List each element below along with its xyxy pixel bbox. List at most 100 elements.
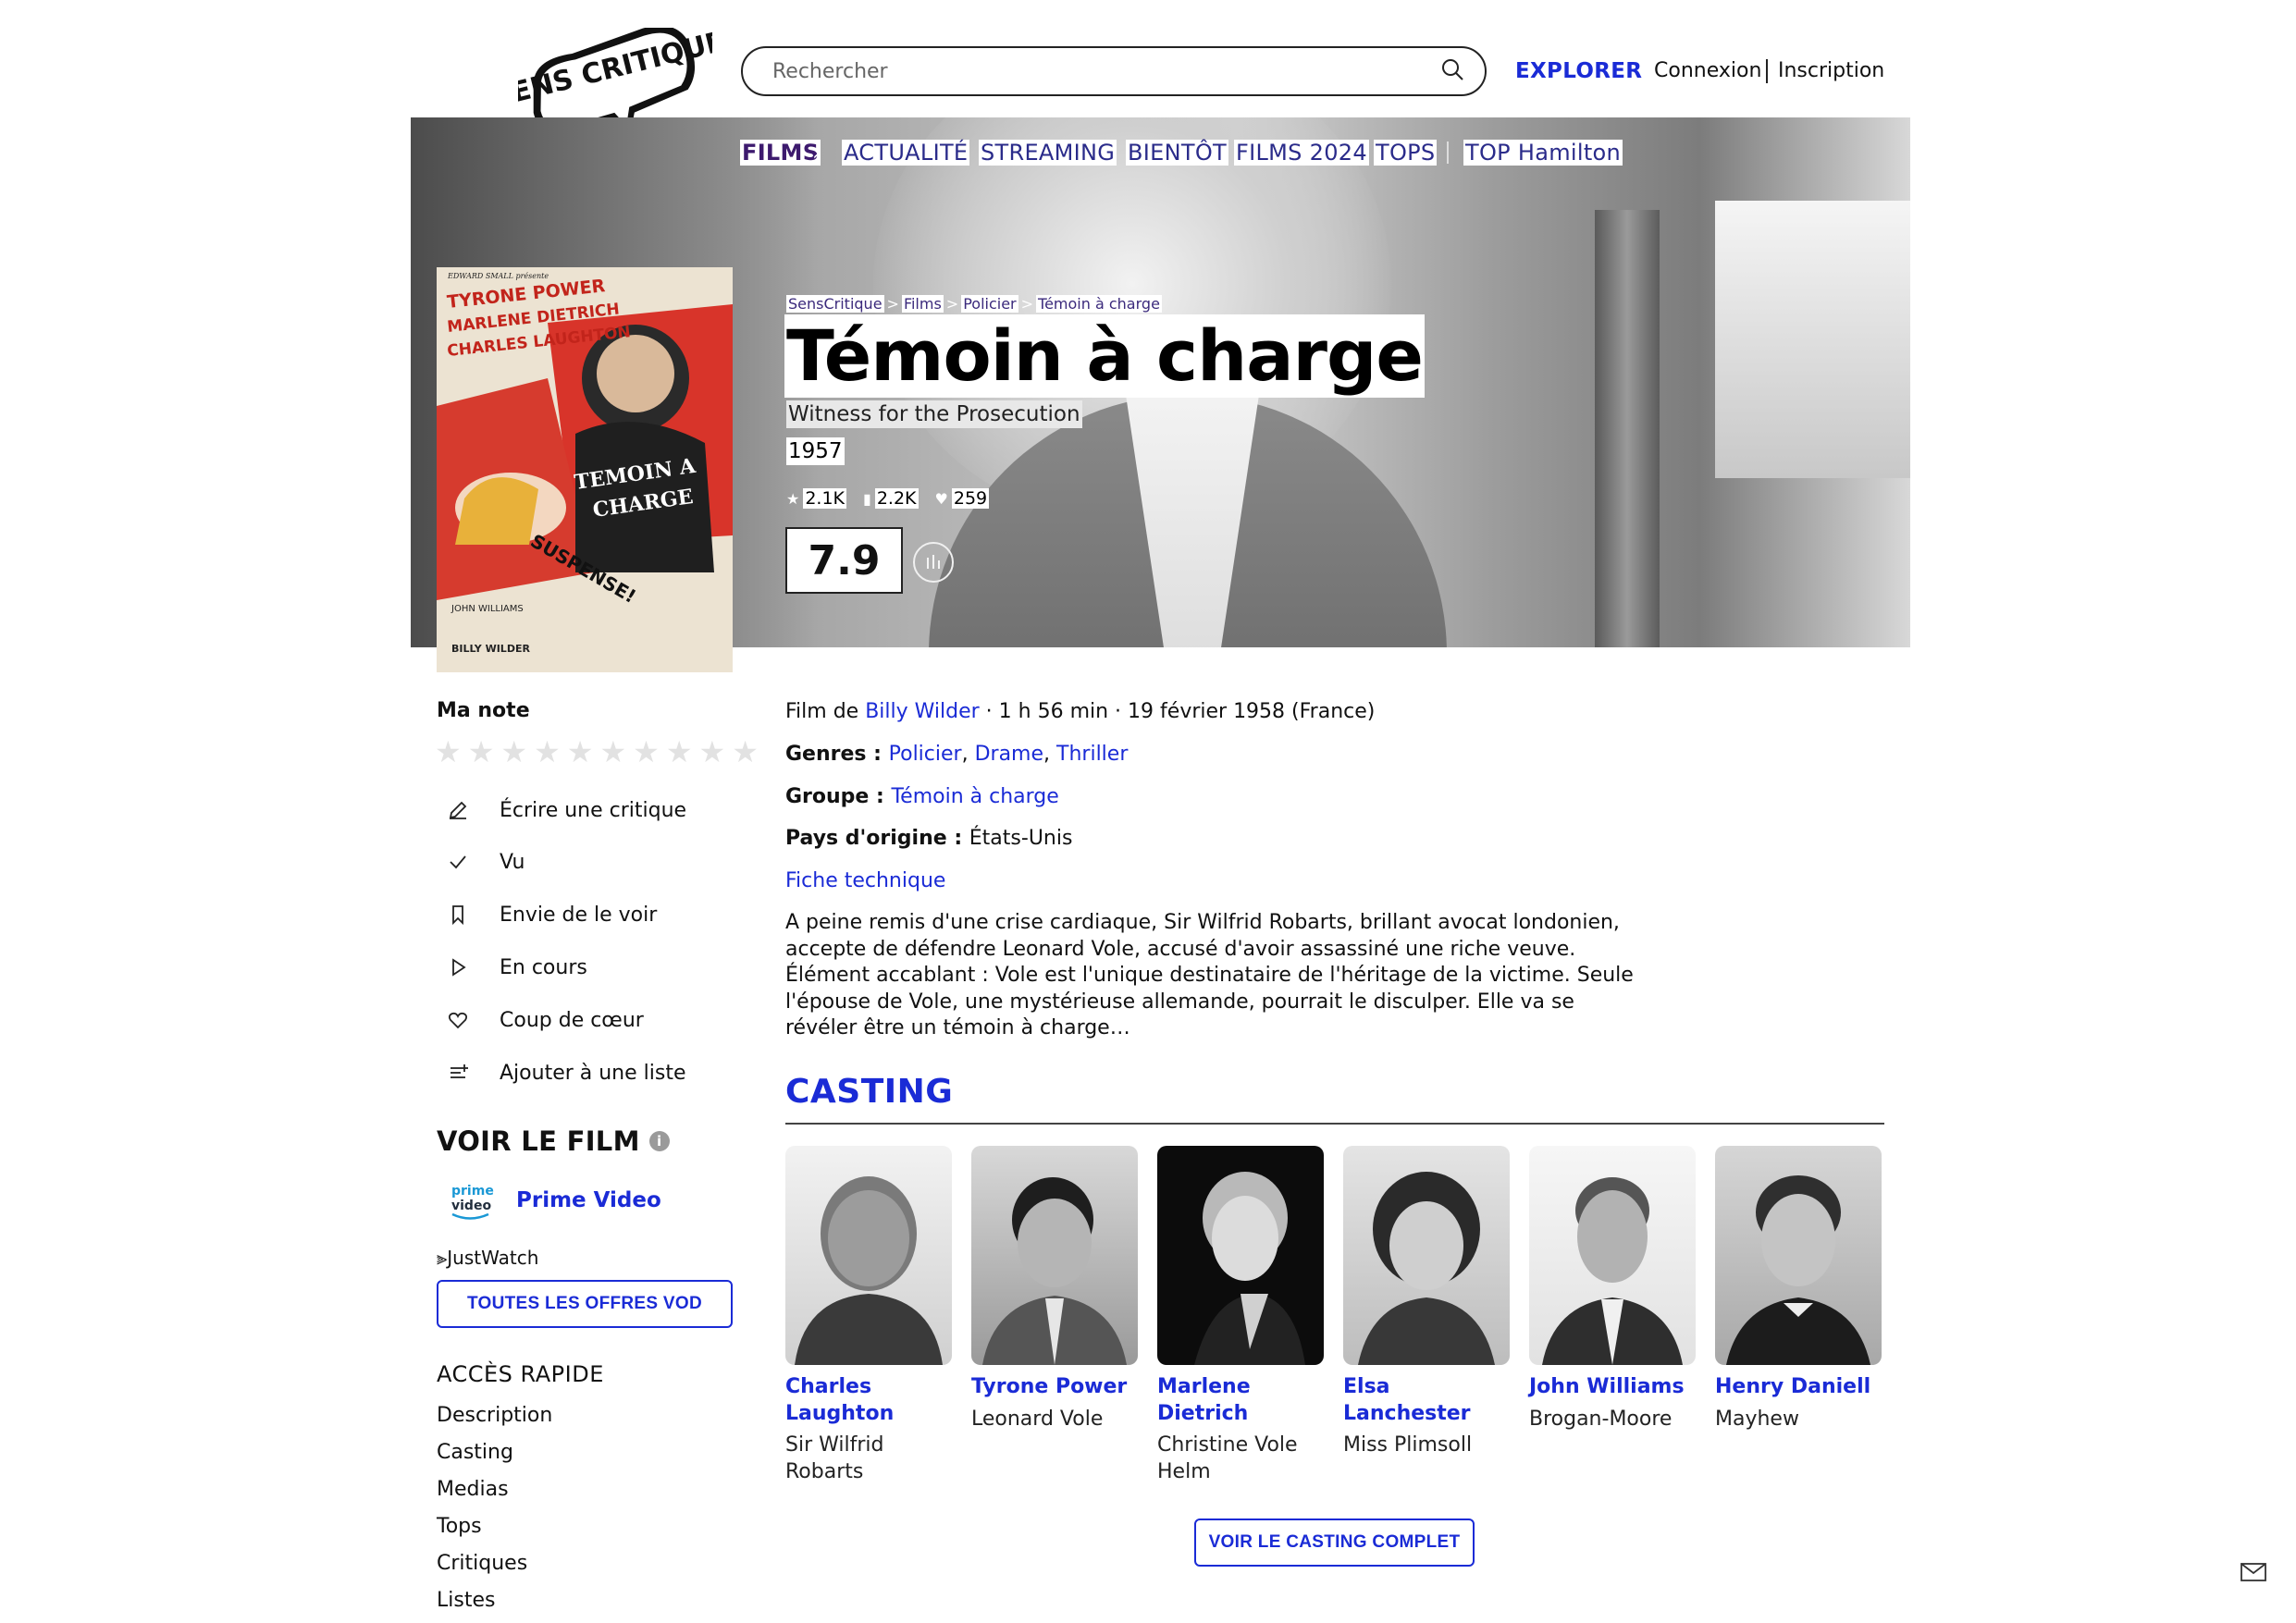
header-separator: [1766, 59, 1768, 83]
movie-stats: ★ 2.1K ▮ 2.2K ♥ 259: [786, 488, 990, 509]
synopsis: A peine remis d'une crise cardiaque, Sir…: [785, 911, 1634, 1040]
wishlist-count: 2.2K: [874, 488, 919, 509]
breadcrumb-policier[interactable]: Policier: [961, 295, 1018, 313]
quick-link-tops[interactable]: Tops: [437, 1515, 482, 1538]
actor-photo[interactable]: [1529, 1146, 1696, 1365]
justwatch-play-icon: ⫸: [437, 1247, 448, 1269]
breadcrumb-films[interactable]: Films: [901, 295, 944, 313]
nav-films[interactable]: FILMS: [740, 140, 821, 166]
svg-text:prime: prime: [451, 1184, 494, 1199]
list-add-icon: [444, 1059, 472, 1087]
cast-card[interactable]: Marlene Dietrich Christine Vole Helm: [1157, 1146, 1324, 1485]
rating-star-icon[interactable]: ★: [599, 734, 626, 769]
average-score[interactable]: 7.9: [785, 527, 903, 594]
search-icon[interactable]: [1440, 57, 1464, 85]
actor-name[interactable]: John Williams: [1529, 1374, 1696, 1401]
actor-photo[interactable]: [1715, 1146, 1882, 1365]
bookmark-icon: [444, 901, 472, 928]
cast-card[interactable]: Elsa Lanchester Miss Plimsoll: [1343, 1146, 1510, 1459]
nav-actualite[interactable]: ACTUALITÉ: [842, 140, 970, 166]
heart-icon: [444, 1006, 472, 1034]
movie-poster[interactable]: EDWARD SMALL présente TYRONE POWER MARLE…: [437, 267, 733, 672]
actor-name[interactable]: Charles Laughton: [785, 1374, 952, 1427]
justwatch-logo[interactable]: ⫸JustWatch: [437, 1247, 538, 1269]
rating-star-icon[interactable]: ★: [633, 734, 660, 769]
rating-star-icon[interactable]: ★: [534, 734, 561, 769]
rating-star-icon[interactable]: ★: [732, 734, 759, 769]
explore-link[interactable]: EXPLORER: [1515, 59, 1642, 83]
quick-link-medias[interactable]: Medias: [437, 1478, 509, 1501]
action-write-review[interactable]: Écrire une critique: [444, 796, 686, 824]
cast-card[interactable]: John Williams Brogan-Moore: [1529, 1146, 1696, 1432]
nav-bientot[interactable]: BIENTÔT: [1126, 140, 1228, 166]
nav-streaming[interactable]: STREAMING: [979, 140, 1117, 166]
quick-link-description[interactable]: Description: [437, 1404, 552, 1427]
quick-link-critiques[interactable]: Critiques: [437, 1552, 527, 1575]
rating-star-icon[interactable]: ★: [666, 734, 693, 769]
tech-sheet-link[interactable]: Fiche technique: [785, 869, 945, 892]
nav-chevron-icon: ›: [812, 140, 821, 166]
action-seen[interactable]: Vu: [444, 848, 525, 876]
genres-label: Genres :: [785, 743, 889, 766]
quick-link-listes[interactable]: Listes: [437, 1589, 495, 1612]
cast-card[interactable]: Henry Daniell Mayhew: [1715, 1146, 1882, 1432]
film-meta: · 1 h 56 min · 19 février 1958 (France): [979, 700, 1376, 723]
prime-video-link[interactable]: Prime Video: [516, 1188, 661, 1212]
quick-link-casting[interactable]: Casting: [437, 1441, 513, 1464]
signup-link[interactable]: Inscription: [1778, 59, 1884, 82]
heart-icon: ♥: [934, 490, 948, 508]
actor-photo[interactable]: [971, 1146, 1138, 1365]
info-icon[interactable]: i: [648, 1131, 670, 1151]
film-by-prefix: Film de: [785, 700, 866, 723]
action-in-progress[interactable]: En cours: [444, 953, 587, 981]
nav-films-2024[interactable]: FILMS 2024: [1234, 140, 1369, 166]
nav-tops[interactable]: TOPS: [1374, 140, 1438, 166]
quick-access-title: ACCÈS RAPIDE: [437, 1361, 604, 1387]
rating-distribution-icon[interactable]: [913, 542, 954, 583]
actor-photo[interactable]: [1343, 1146, 1510, 1365]
country-value: États-Unis: [969, 827, 1073, 850]
movie-title: Témoin à charge: [784, 314, 1425, 398]
genres-line: Genres : Policier, Drame, Thriller: [785, 743, 1129, 766]
full-cast-button[interactable]: VOIR LE CASTING COMPLET: [1194, 1518, 1475, 1567]
group-link[interactable]: Témoin à charge: [891, 785, 1058, 808]
ratings-count: 2.1K: [803, 488, 847, 509]
my-rating-stars[interactable]: ★ ★ ★ ★ ★ ★ ★ ★ ★ ★: [435, 734, 759, 769]
search-input[interactable]: [771, 58, 1440, 84]
prime-video-logo[interactable]: prime video: [450, 1180, 494, 1223]
action-favorite[interactable]: Coup de cœur: [444, 1006, 644, 1034]
actor-name[interactable]: Henry Daniell: [1715, 1374, 1882, 1401]
actor-name[interactable]: Elsa Lanchester: [1343, 1374, 1510, 1427]
check-icon: [444, 848, 472, 876]
actor-name[interactable]: Tyrone Power: [971, 1374, 1138, 1401]
genre-link-policier[interactable]: Policier: [889, 743, 962, 766]
action-add-to-list[interactable]: Ajouter à une liste: [444, 1059, 686, 1087]
action-label: Vu: [500, 850, 525, 874]
breadcrumb-senscritique[interactable]: SensCritique: [786, 295, 884, 313]
search-bar[interactable]: [741, 46, 1487, 96]
action-want-to-see[interactable]: Envie de le voir: [444, 901, 657, 928]
actor-photo[interactable]: [785, 1146, 952, 1365]
nav-top-hamilton[interactable]: TOP Hamilton: [1463, 140, 1623, 166]
cast-card[interactable]: Charles Laughton Sir Wilfrid Robarts: [785, 1146, 952, 1485]
rating-star-icon[interactable]: ★: [500, 734, 527, 769]
action-label: En cours: [500, 955, 587, 979]
rating-star-icon[interactable]: ★: [468, 734, 495, 769]
genre-link-drame[interactable]: Drame: [975, 743, 1043, 766]
rating-star-icon[interactable]: ★: [435, 734, 462, 769]
all-vod-offers-button[interactable]: TOUTES LES OFFRES VOD: [437, 1280, 733, 1328]
breadcrumb-current: Témoin à charge: [1036, 295, 1162, 313]
action-label: Envie de le voir: [500, 903, 658, 927]
actor-photo[interactable]: [1157, 1146, 1324, 1365]
login-link[interactable]: Connexion: [1654, 59, 1761, 82]
mail-icon[interactable]: [2240, 1563, 2266, 1581]
actor-name[interactable]: Marlene Dietrich: [1157, 1374, 1324, 1427]
genre-link-thriller[interactable]: Thriller: [1056, 743, 1128, 766]
director-link[interactable]: Billy Wilder: [865, 700, 979, 723]
cast-card[interactable]: Tyrone Power Leonard Vole: [971, 1146, 1138, 1432]
release-year: 1957: [786, 437, 845, 465]
action-label: Coup de cœur: [500, 1008, 644, 1032]
rating-star-icon[interactable]: ★: [567, 734, 594, 769]
rating-star-icon[interactable]: ★: [699, 734, 726, 769]
actor-role: Leonard Vole: [971, 1407, 1104, 1431]
